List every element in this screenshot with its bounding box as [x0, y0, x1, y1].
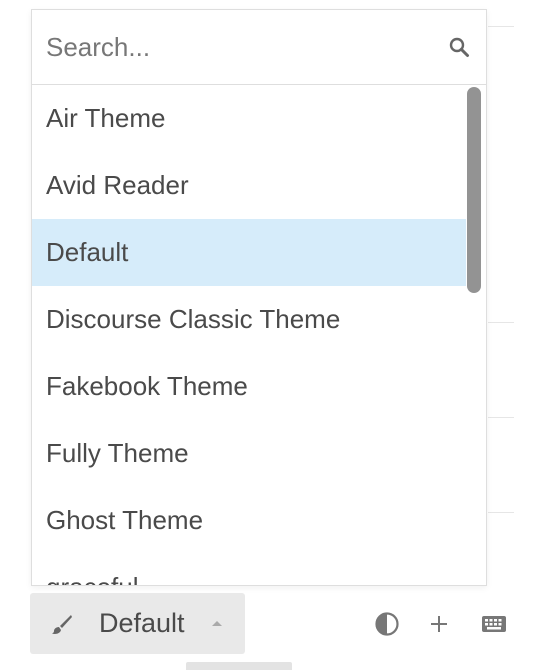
background-divider [488, 417, 514, 418]
caret-up-icon [212, 621, 222, 626]
keyboard-icon[interactable] [480, 611, 508, 637]
list-item-fakebook-theme[interactable]: Fakebook Theme [32, 353, 466, 420]
list-item-discourse-classic-theme[interactable]: Discourse Classic Theme [32, 286, 466, 353]
list-item-air-theme[interactable]: Air Theme [32, 85, 466, 152]
theme-list: Air Theme Avid Reader Default Discourse … [32, 85, 486, 585]
scrollbar-thumb[interactable] [467, 87, 481, 293]
contrast-icon[interactable] [373, 611, 401, 637]
list-item-ghost-theme[interactable]: Ghost Theme [32, 487, 466, 554]
search-row [32, 10, 486, 85]
theme-selector-button[interactable]: Default [30, 593, 245, 654]
list-item-default[interactable]: Default [32, 219, 466, 286]
page: Air Theme Avid Reader Default Discourse … [0, 0, 550, 670]
list-item-graceful[interactable]: graceful [32, 554, 466, 585]
bottom-tab[interactable] [186, 662, 292, 670]
current-theme-label: Default [99, 608, 185, 638]
search-icon[interactable] [448, 36, 470, 58]
plus-icon[interactable] [425, 611, 453, 637]
background-divider [488, 322, 514, 323]
scrollbar[interactable] [464, 85, 486, 585]
background-divider [488, 26, 514, 27]
theme-dropdown: Air Theme Avid Reader Default Discourse … [31, 9, 487, 586]
background-divider [488, 512, 514, 513]
list-item-fully-theme[interactable]: Fully Theme [32, 420, 466, 487]
brush-icon [52, 615, 72, 634]
search-input[interactable] [32, 10, 432, 84]
list-item-avid-reader[interactable]: Avid Reader [32, 152, 466, 219]
